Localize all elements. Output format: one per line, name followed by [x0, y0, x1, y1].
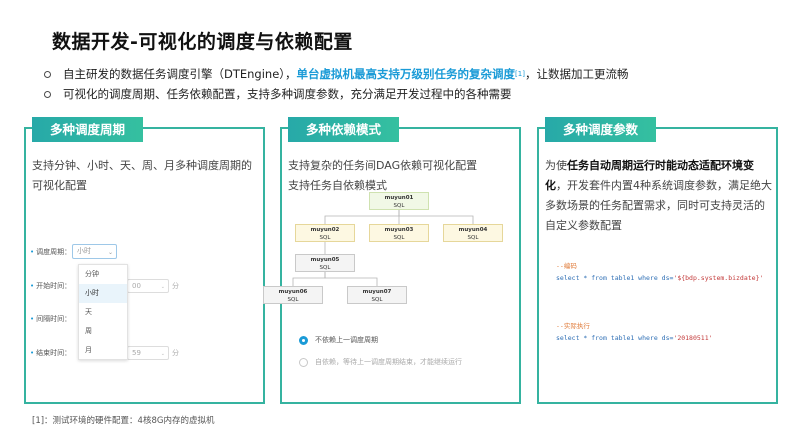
radio-label: 不依赖上一调度周期 — [315, 336, 378, 344]
dropdown-option-minute[interactable]: 分钟 — [79, 265, 127, 284]
bullet-circle-icon — [44, 70, 51, 78]
card-schedule-periods: 多种调度周期 支持分钟、小时、天、周、月多种调度周期的可视化配置 调度周期： 小… — [24, 117, 265, 404]
page-title: 数据开发-可视化的调度与依赖配置 — [52, 31, 353, 53]
card-description-post: ，开发套件内置4种系统调度参数，满足绝大多数场景的任务配置需求，同时可支持灵活的… — [545, 179, 772, 232]
dag-node-muyun07[interactable]: muyun07 SQL — [347, 286, 407, 304]
interval-label: 间隔时间： — [30, 314, 72, 324]
radio-checked-icon — [299, 335, 308, 345]
card-tag: 多种调度参数 — [545, 117, 656, 142]
card-tag: 多种调度周期 — [32, 117, 143, 142]
chevron-down-icon: ⌄ — [160, 284, 165, 290]
end-minute-value: 59 — [132, 349, 141, 357]
dag-node-muyun04[interactable]: muyun04 SQL — [443, 224, 503, 242]
dag-node-muyun06[interactable]: muyun06 SQL — [263, 286, 323, 304]
end-label: 结束时间： — [30, 348, 72, 358]
dag-edge — [292, 272, 326, 286]
period-dropdown: 分钟 小时 天 周 月 — [78, 264, 128, 360]
footnote: [1]：测试环境的硬件配置：4核8G内存的虚拟机 — [32, 416, 215, 426]
bullet-text-1-pre: 自主研发的数据任务调度引擎（DTEngine）， — [63, 67, 297, 81]
minute-unit: 分 — [172, 349, 179, 357]
dropdown-option-hour[interactable]: 小时 — [79, 284, 127, 303]
card-description: 支持复杂的任务间DAG依赖可视化配置 支持任务自依赖模式 — [288, 156, 516, 196]
dropdown-option-month[interactable]: 月 — [79, 341, 127, 360]
card-description-pre: 为使 — [545, 159, 567, 172]
form-row-interval: 间隔时间： — [30, 314, 72, 324]
card-description: 支持分钟、小时、天、周、月多种调度周期的可视化配置 — [32, 159, 252, 192]
radio-unchecked-icon — [299, 357, 308, 367]
period-select-value: 小时 — [77, 247, 91, 255]
code-block-encoded: --编码 select * from table1 where ds='${bd… — [556, 260, 763, 284]
end-minute-select[interactable]: 59 ⌄ — [127, 346, 169, 360]
form-row-period: 调度周期： 小时 ⌄ — [30, 244, 117, 259]
code-block-executed: --实际执行 select * from table1 where ds='20… — [556, 320, 713, 344]
chevron-down-icon: ⌄ — [107, 249, 113, 256]
footnote-ref: [1] — [515, 70, 525, 78]
code-line: select * from table1 where ds='${bdp.sys… — [556, 274, 764, 282]
dag-node-muyun03[interactable]: muyun03 SQL — [369, 224, 429, 242]
bullet-circle-icon — [44, 90, 51, 98]
code-comment: --实际执行 — [556, 322, 590, 330]
minute-unit: 分 — [172, 282, 179, 290]
dag-node-muyun01[interactable]: muyun01 SQL — [369, 192, 429, 210]
card-description-line-1: 支持复杂的任务间DAG依赖可视化配置 — [288, 159, 478, 172]
card-tag: 多种依赖模式 — [288, 117, 399, 142]
chevron-down-icon: ⌄ — [160, 351, 165, 357]
period-label: 调度周期： — [30, 247, 72, 257]
bullet-text-1-highlight: 单台虚拟机最高支持万级别任务的复杂调度 — [296, 67, 516, 81]
start-minute-select[interactable]: 00 ⌄ — [127, 279, 169, 293]
radio-self-dependency[interactable]: 自依赖，等待上一调度周期结束，才能继续运行 — [299, 357, 462, 367]
start-label: 开始时间： — [30, 281, 72, 291]
code-line: select * from table1 where ds='20180511' — [556, 334, 713, 342]
code-comment: --编码 — [556, 262, 577, 270]
card-schedule-params: 多种调度参数 为使任务自动周期运行时能动态适配环境变化，开发套件内置4种系统调度… — [537, 117, 778, 404]
dag-edge — [398, 210, 474, 224]
radio-label: 自依赖，等待上一调度周期结束，才能继续运行 — [315, 358, 462, 366]
dropdown-option-day[interactable]: 天 — [79, 303, 127, 322]
dag-node-muyun05[interactable]: muyun05 SQL — [295, 254, 355, 272]
bullet-item: 可视化的调度周期、任务依赖配置，支持多种调度参数，充分满足开发过程中的各种需要 — [44, 84, 784, 104]
period-select[interactable]: 小时 ⌄ — [72, 244, 117, 259]
dag-node-muyun02[interactable]: muyun02 SQL — [295, 224, 355, 242]
start-minute-value: 00 — [132, 282, 141, 290]
dag-edge — [324, 272, 378, 286]
card-dependency-modes: 多种依赖模式 支持复杂的任务间DAG依赖可视化配置 支持任务自依赖模式 muyu… — [263, 117, 521, 404]
card-description: 为使任务自动周期运行时能动态适配环境变化，开发套件内置4种系统调度参数，满足绝大… — [545, 156, 773, 236]
bullet-list: 自主研发的数据任务调度引擎（DTEngine）， 单台虚拟机最高支持万级别任务的… — [44, 64, 784, 104]
bullet-item: 自主研发的数据任务调度引擎（DTEngine）， 单台虚拟机最高支持万级别任务的… — [44, 64, 784, 84]
dropdown-option-week[interactable]: 周 — [79, 322, 127, 341]
radio-no-dependency[interactable]: 不依赖上一调度周期 — [299, 335, 378, 345]
bullet-text-1-post: ，让数据加工更流畅 — [524, 67, 629, 81]
bullet-text-2: 可视化的调度周期、任务依赖配置，支持多种调度参数，充分满足开发过程中的各种需要 — [63, 87, 512, 101]
dag-edge — [324, 210, 400, 224]
